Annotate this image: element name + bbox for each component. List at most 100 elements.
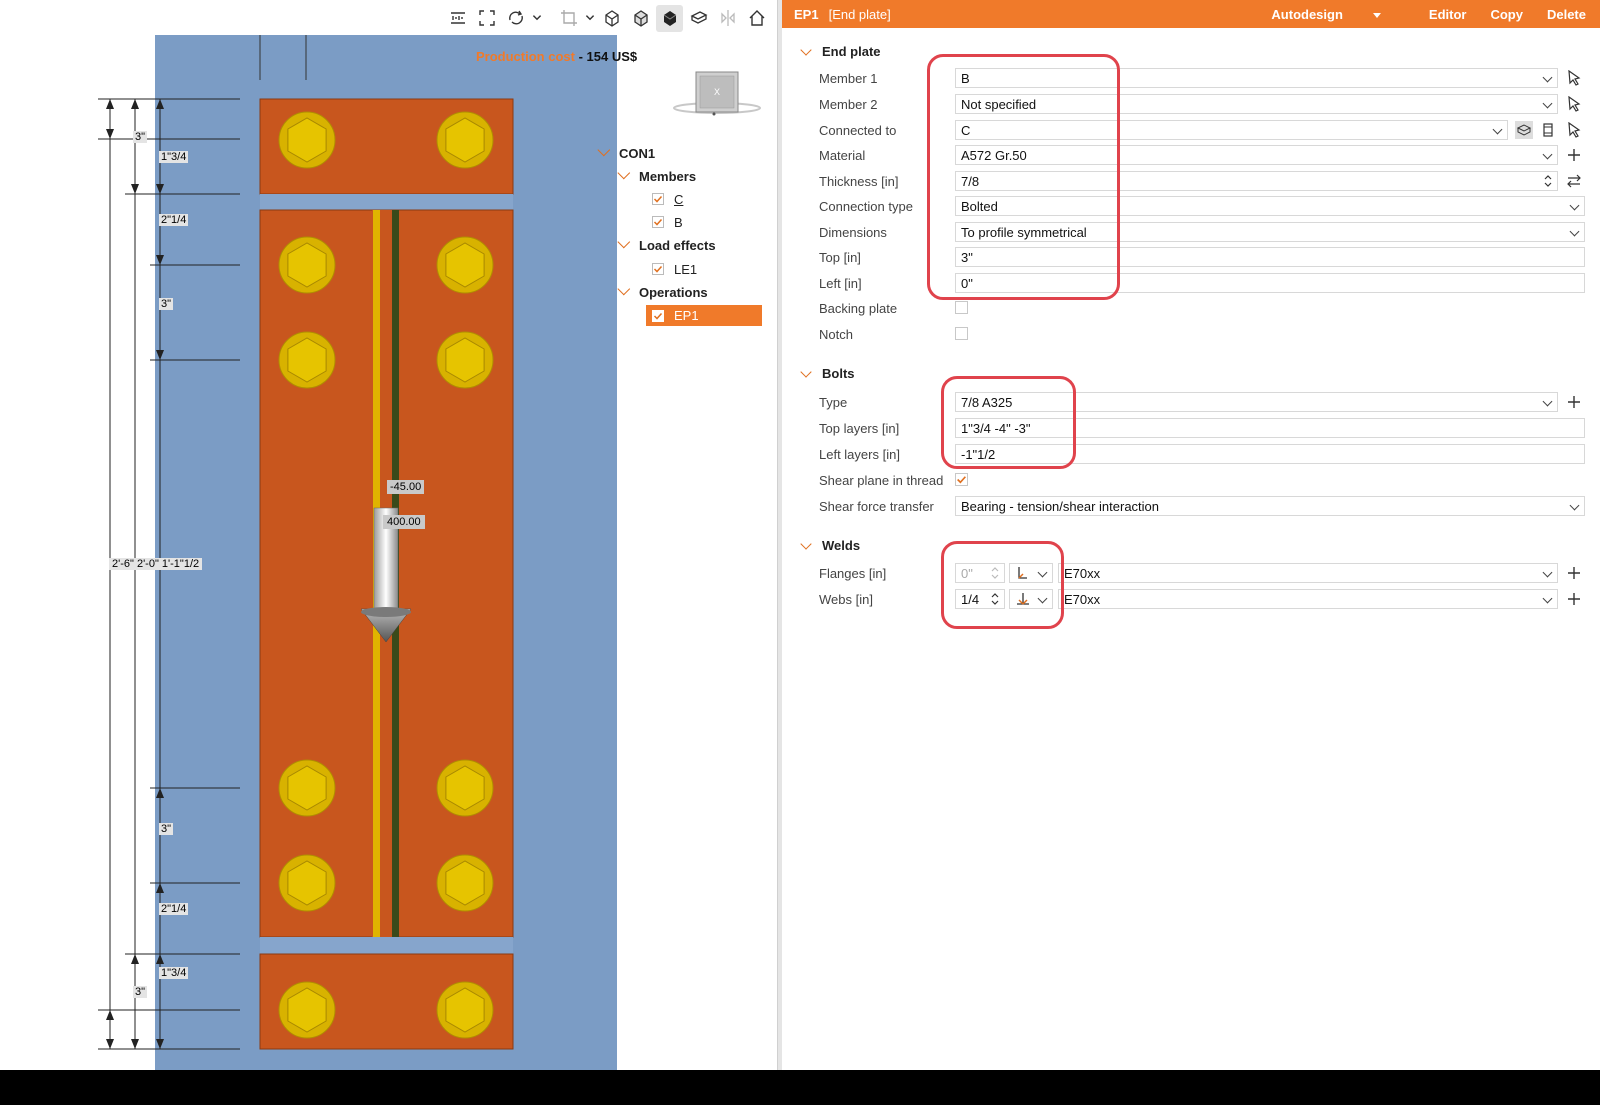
chevron-down-icon[interactable] (617, 282, 631, 295)
checkbox[interactable] (652, 193, 664, 205)
top-input[interactable] (961, 249, 1584, 265)
fit-view-icon[interactable] (473, 5, 500, 32)
tree-item-member-b[interactable]: B (652, 212, 683, 232)
dimensions-select[interactable]: To profile symmetrical (955, 222, 1585, 242)
row-left: Left [in] (819, 272, 1599, 294)
top-input-field[interactable] (955, 247, 1585, 267)
dim-label: 1"3/4 (159, 967, 189, 979)
view-cube-label: X (714, 87, 720, 97)
dim-total-label: 2'-6" 2'-0" 1'-1"1/2 (109, 558, 203, 570)
section-bolts[interactable]: Bolts (800, 365, 855, 381)
add-icon[interactable] (1565, 564, 1583, 582)
flanges-weld-type-select[interactable] (1009, 563, 1053, 583)
row-webs: Webs [in] E70xx (819, 588, 1599, 610)
left-input[interactable] (961, 275, 1584, 291)
row-connected-to: Connected to C (819, 119, 1599, 141)
member2-select[interactable]: Not specified (955, 94, 1558, 114)
connected-part-icon[interactable] (1515, 121, 1533, 139)
checkbox[interactable] (652, 216, 664, 228)
force-label: 400.00 (383, 515, 425, 529)
shear-transfer-select[interactable]: Bearing - tension/shear interaction (955, 496, 1585, 516)
bolt-type-select[interactable]: 7/8 A325 (955, 392, 1558, 412)
chevron-down-icon (1569, 200, 1580, 211)
tree-group-label: Members (639, 168, 697, 184)
pick-cursor-icon[interactable] (1565, 69, 1583, 87)
tree-item-member-c[interactable]: C (652, 189, 683, 209)
cut-icon[interactable] (685, 5, 712, 32)
thickness-stepper[interactable] (955, 171, 1558, 191)
connection-drawing (98, 35, 514, 1050)
chevron-down-icon[interactable] (617, 166, 631, 179)
view-cube[interactable]: X (672, 70, 762, 120)
field-label: Shear force transfer (819, 498, 934, 514)
thickness-input[interactable] (961, 173, 1557, 189)
pick-cursor-icon[interactable] (1565, 121, 1583, 139)
swap-direction-icon[interactable] (1565, 172, 1583, 190)
chevron-down-icon[interactable] (800, 43, 812, 56)
field-label: Material (819, 147, 866, 163)
tree-group-members[interactable]: Members (617, 166, 697, 186)
transparent-icon[interactable] (627, 5, 654, 32)
left-input-field[interactable] (955, 273, 1585, 293)
viewport-toolbar (444, 4, 770, 32)
tree-group-operations[interactable]: Operations (617, 282, 708, 302)
copy-button[interactable]: Copy (1490, 7, 1523, 22)
3d-viewport[interactable]: 3" 3" 1"3/4 2"1/4 3" 3" 2"1/4 1"3/4 2'-6… (0, 0, 764, 1070)
shear-thread-checkbox[interactable] (955, 473, 968, 486)
section-view-icon[interactable] (1539, 121, 1557, 139)
left-layers-input[interactable] (961, 446, 1584, 462)
chevron-down-icon[interactable] (617, 235, 631, 248)
left-layers-field[interactable] (955, 444, 1585, 464)
webs-weld-material-select[interactable]: E70xx (1058, 589, 1558, 609)
section-end-plate[interactable]: End plate (800, 43, 881, 59)
field-label: Top layers [in] (819, 420, 900, 436)
spinner-icon[interactable] (990, 592, 1000, 606)
rotate-icon[interactable] (502, 5, 529, 32)
autodesign-button[interactable]: Autodesign (1271, 7, 1405, 22)
chevron-down-icon[interactable] (597, 143, 611, 156)
checkbox[interactable] (652, 309, 664, 322)
backing-plate-checkbox[interactable] (955, 301, 968, 314)
chevron-down-icon (1542, 567, 1553, 578)
flanges-thickness-stepper[interactable]: 0" (955, 563, 1005, 583)
row-notch: Notch (819, 323, 1599, 345)
checkbox[interactable] (652, 263, 664, 275)
select-value: B (961, 70, 970, 86)
flanges-weld-material-select[interactable]: E70xx (1058, 563, 1558, 583)
chevron-down-icon[interactable] (531, 5, 543, 32)
add-icon[interactable] (1565, 590, 1583, 608)
solid-icon[interactable] (656, 4, 683, 32)
tree-group-load-effects[interactable]: Load effects (617, 235, 716, 255)
pick-cursor-icon[interactable] (1565, 95, 1583, 113)
connected-to-select[interactable]: C (955, 120, 1508, 140)
add-icon[interactable] (1565, 393, 1583, 411)
wireframe-icon[interactable] (598, 5, 625, 32)
tree-item-le1[interactable]: LE1 (652, 259, 697, 279)
home-icon[interactable] (743, 5, 770, 32)
tree-root[interactable]: CON1 (597, 143, 655, 163)
spinner-icon[interactable] (1543, 174, 1553, 188)
spinner-icon[interactable] (990, 566, 1000, 580)
notch-checkbox[interactable] (955, 327, 968, 340)
mirror-icon[interactable] (714, 5, 741, 32)
row-member1: Member 1 B (819, 67, 1599, 89)
connection-type-select[interactable]: Bolted (955, 196, 1585, 216)
top-layers-input[interactable] (961, 420, 1584, 436)
webs-thickness-stepper[interactable] (955, 589, 1005, 609)
row-flanges: Flanges [in] 0" E70xx (819, 562, 1599, 584)
tree-item-ep1[interactable]: EP1 (646, 305, 762, 326)
measure-icon[interactable] (444, 5, 471, 32)
editor-button[interactable]: Editor (1429, 7, 1467, 22)
tree-item-label: C (674, 191, 684, 207)
chevron-down-icon[interactable] (584, 5, 596, 32)
section-welds[interactable]: Welds (800, 537, 860, 553)
chevron-down-icon[interactable] (800, 365, 812, 378)
chevron-down-icon[interactable] (800, 537, 812, 550)
webs-weld-type-select[interactable] (1009, 589, 1053, 609)
top-layers-field[interactable] (955, 418, 1585, 438)
crop-icon[interactable] (555, 5, 582, 32)
add-icon[interactable] (1565, 146, 1583, 164)
member1-select[interactable]: B (955, 68, 1558, 88)
material-select[interactable]: A572 Gr.50 (955, 145, 1558, 165)
delete-button[interactable]: Delete (1547, 7, 1586, 22)
